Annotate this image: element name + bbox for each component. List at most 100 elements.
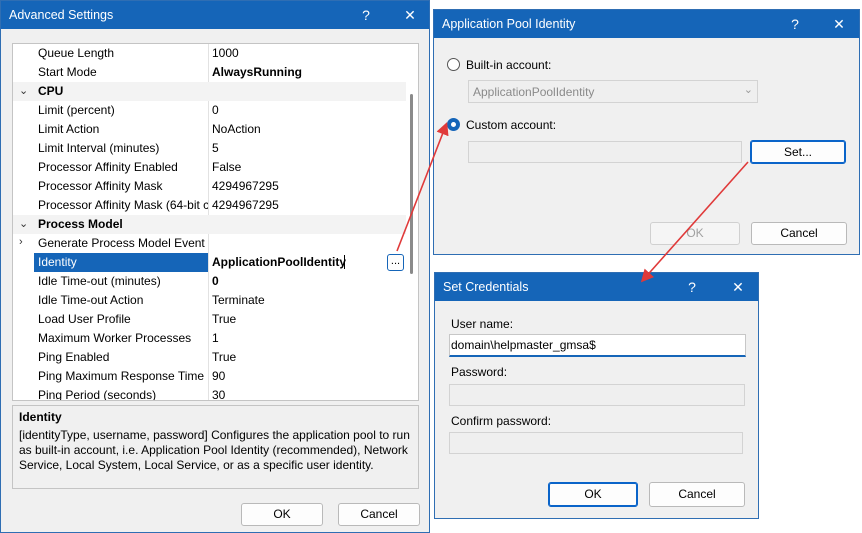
property-value[interactable]: NoAction [212,122,261,136]
cancel-button[interactable]: Cancel [649,482,745,507]
property-value[interactable]: True [212,312,236,326]
property-name: Start Mode [38,65,97,79]
app-pool-identity-window: Application Pool Identity ? ✕ Built-in a… [433,9,860,255]
grid-property-row[interactable]: Idle Time-out Action Terminate [13,291,406,310]
grid-property-row[interactable]: Queue Length 1000 [13,44,406,63]
builtin-account-select[interactable]: ApplicationPoolIdentity ⌄ [468,80,758,103]
property-name: Limit Interval (minutes) [38,141,160,155]
property-name: Ping Period (seconds) [38,388,157,401]
column-divider [208,63,209,82]
grid-property-row[interactable]: Ping Enabled True [13,348,406,367]
cancel-button[interactable]: Cancel [338,503,420,526]
property-value[interactable]: Terminate [212,293,265,307]
property-value[interactable]: 4294967295 [212,198,279,212]
property-name: Limit (percent) [38,103,115,117]
grid-property-row[interactable]: Ping Period (seconds) 30 [13,386,406,401]
window-title: Application Pool Identity [442,17,576,31]
property-name: Generate Process Model Event L [38,236,208,250]
custom-account-radio[interactable] [447,118,460,131]
property-name: CPU [38,84,64,98]
close-icon[interactable]: ✕ [727,276,749,298]
column-divider [208,120,209,139]
custom-account-field[interactable] [468,141,742,163]
help-button[interactable]: ? [681,276,703,298]
grid-property-row[interactable]: Maximum Worker Processes 1 [13,329,406,348]
property-value[interactable]: 4294967295 [212,179,279,193]
help-button[interactable]: ? [355,4,377,26]
property-value[interactable]: 1 [212,331,219,345]
property-value[interactable]: ApplicationPoolIdentity [212,255,346,269]
property-grid[interactable]: Ping Period (seconds) 30 Ping Maximum Resp… [12,43,419,401]
ok-button[interactable]: OK [241,503,323,526]
property-name: Process Model [38,217,123,231]
chevron-right-icon[interactable]: › [19,236,23,248]
column-divider [208,44,209,63]
property-name: Processor Affinity Mask (64-bit c [38,198,208,212]
ok-button[interactable]: OK [650,222,740,245]
grid-property-row[interactable]: Limit Interval (minutes) 5 [13,139,406,158]
grid-category-row[interactable]: ⌄ CPU [13,82,406,101]
column-divider [208,234,209,253]
chevron-down-icon[interactable]: ⌄ [19,217,28,230]
password-label: Password: [451,365,508,379]
property-name: Maximum Worker Processes [38,331,192,345]
grid-property-row[interactable]: Load User Profile True [13,310,406,329]
text-caret [344,255,345,269]
grid-property-row[interactable]: Limit (percent) 0 [13,101,406,120]
grid-property-row[interactable]: Start Mode AlwaysRunning [13,63,406,82]
grid-property-row[interactable]: Ping Maximum Response Time ( 90 [13,367,406,386]
grid-property-row[interactable]: Limit Action NoAction [13,120,406,139]
chevron-down-icon: ⌄ [743,84,753,96]
user-name-label: User name: [451,317,514,331]
close-icon[interactable]: ✕ [828,13,850,35]
grid-property-row[interactable]: › Generate Process Model Event L [13,234,406,253]
builtin-account-radio[interactable] [447,58,460,71]
column-divider [208,329,209,348]
builtin-account-label: Built-in account: [466,58,552,72]
ellipsis-button[interactable]: ... [387,254,404,271]
scrollbar[interactable] [406,44,418,400]
property-value[interactable]: False [212,160,241,174]
grid-property-row[interactable]: Processor Affinity Mask 4294967295 [13,177,406,196]
chevron-down-icon[interactable]: ⌄ [19,84,28,97]
close-icon[interactable]: ✕ [399,4,421,26]
property-value[interactable]: 0 [212,274,219,288]
column-divider [208,310,209,329]
property-name: Ping Maximum Response Time ( [38,369,208,383]
column-divider [208,177,209,196]
property-name: Idle Time-out Action [38,293,144,307]
property-value[interactable]: 0 [212,103,219,117]
help-button[interactable]: ? [784,13,806,35]
app-pool-identity-titlebar: Application Pool Identity ? ✕ [434,10,859,38]
grid-property-row[interactable]: Processor Affinity Mask (64-bit c 4294967… [13,196,406,215]
column-divider [208,291,209,310]
user-name-value: domain\helpmaster_gmsa$ [451,338,596,352]
property-value[interactable]: True [212,350,236,364]
property-name: Ping Enabled [38,350,110,364]
window-title: Set Credentials [443,280,529,294]
user-name-field[interactable]: domain\helpmaster_gmsa$ [449,334,746,357]
property-name: Processor Affinity Mask [38,179,163,193]
column-divider [208,101,209,120]
column-divider [208,253,209,272]
set-button[interactable]: Set... [750,140,846,164]
scrollbar-thumb[interactable] [410,94,413,274]
password-field[interactable] [449,384,745,406]
confirm-password-field[interactable] [449,432,743,454]
property-value[interactable]: 30 [212,388,225,400]
description-text: [identityType, username, password] Confi… [19,428,410,472]
column-divider [208,367,209,386]
ok-button[interactable]: OK [548,482,638,507]
property-value[interactable]: 90 [212,369,225,383]
property-value[interactable]: 5 [212,141,219,155]
grid-property-row[interactable]: Idle Time-out (minutes) 0 [13,272,406,291]
builtin-account-value: ApplicationPoolIdentity [473,85,595,99]
window-title: Advanced Settings [9,8,114,22]
advanced-settings-titlebar: Advanced Settings ? ✕ [1,1,429,29]
grid-property-row[interactable]: Processor Affinity Enabled False [13,158,406,177]
grid-category-row[interactable]: ⌄ Process Model [13,215,406,234]
property-value[interactable]: AlwaysRunning [212,65,302,79]
cancel-button[interactable]: Cancel [751,222,847,245]
grid-property-row[interactable]: Identity ApplicationPoolIdentity... [13,253,406,272]
property-value[interactable]: 1000 [212,46,239,60]
